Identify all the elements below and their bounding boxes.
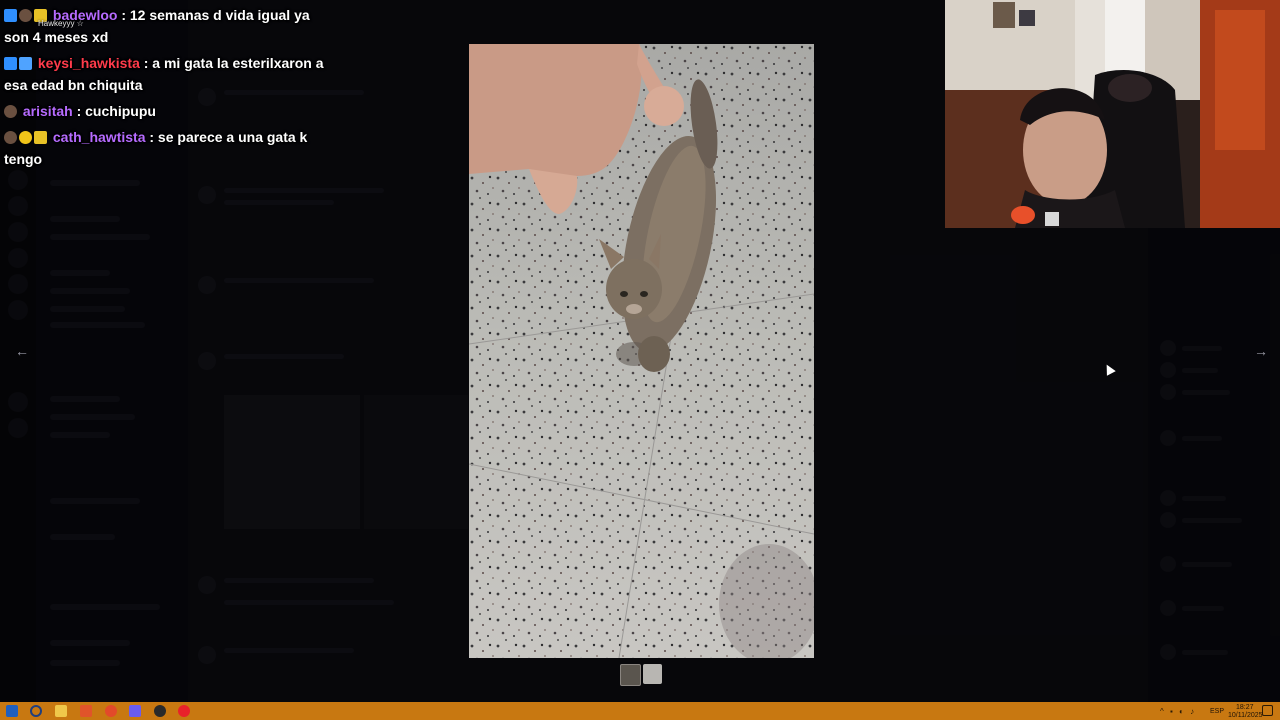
language-indicator[interactable]: ESP xyxy=(1210,708,1224,715)
windows-start-icon[interactable] xyxy=(6,705,18,717)
thumbnail-strip xyxy=(620,664,662,686)
stream-chat-overlay: badewloo : 12 semanas d vida igual ya so… xyxy=(4,4,324,174)
taskbar: ^ ▪ ◐ ♪ ESP 18:27 10/11/2025 xyxy=(0,702,1280,720)
emote-badge-icon xyxy=(4,105,17,118)
crown-badge-icon xyxy=(34,131,47,144)
app-icon[interactable] xyxy=(129,705,141,717)
chat-username[interactable]: keysi_hawkista xyxy=(38,55,140,71)
obs-icon[interactable] xyxy=(154,705,166,717)
bits-badge-icon xyxy=(19,131,32,144)
chat-username[interactable]: arisitah xyxy=(23,103,73,119)
subscriber-tag: Hawkeyyy ☆ xyxy=(38,19,84,28)
brave-browser-icon[interactable] xyxy=(80,705,92,717)
search-icon[interactable] xyxy=(30,705,42,717)
chat-text: : se parece a una gata k tengo xyxy=(4,129,308,167)
clock-date[interactable]: 10/11/2025 xyxy=(1228,712,1263,719)
chat-message: cath_hawtista : se parece a una gata k t… xyxy=(4,126,324,170)
next-arrow-icon[interactable]: → xyxy=(1250,340,1272,362)
opera-browser-icon[interactable] xyxy=(105,705,117,717)
chat-username[interactable]: cath_hawtista xyxy=(53,129,146,145)
thumbnail-2[interactable] xyxy=(643,664,662,684)
chat-message: arisitah : cuchipupu xyxy=(4,100,324,122)
previous-arrow-icon[interactable]: ← xyxy=(11,340,33,362)
thumbnail-1[interactable] xyxy=(620,664,641,686)
chat-message: keysi_hawkista : a mi gata la esterilxar… xyxy=(4,52,324,96)
webcam-feed xyxy=(945,0,1280,228)
system-tray-icons[interactable]: ^ ▪ ◐ ♪ xyxy=(1160,707,1196,716)
emote-badge-icon xyxy=(4,131,17,144)
gift-badge-icon xyxy=(19,57,32,70)
clock-time[interactable]: 18:27 xyxy=(1236,704,1254,711)
kitten-photo xyxy=(469,44,814,658)
prime-badge-icon xyxy=(4,57,17,70)
emote-badge-icon xyxy=(19,9,32,22)
file-explorer-icon[interactable] xyxy=(55,705,67,717)
notification-icon[interactable] xyxy=(1262,705,1273,716)
chat-text: : cuchipupu xyxy=(72,103,156,119)
record-icon[interactable] xyxy=(178,705,190,717)
prime-badge-icon xyxy=(4,9,17,22)
